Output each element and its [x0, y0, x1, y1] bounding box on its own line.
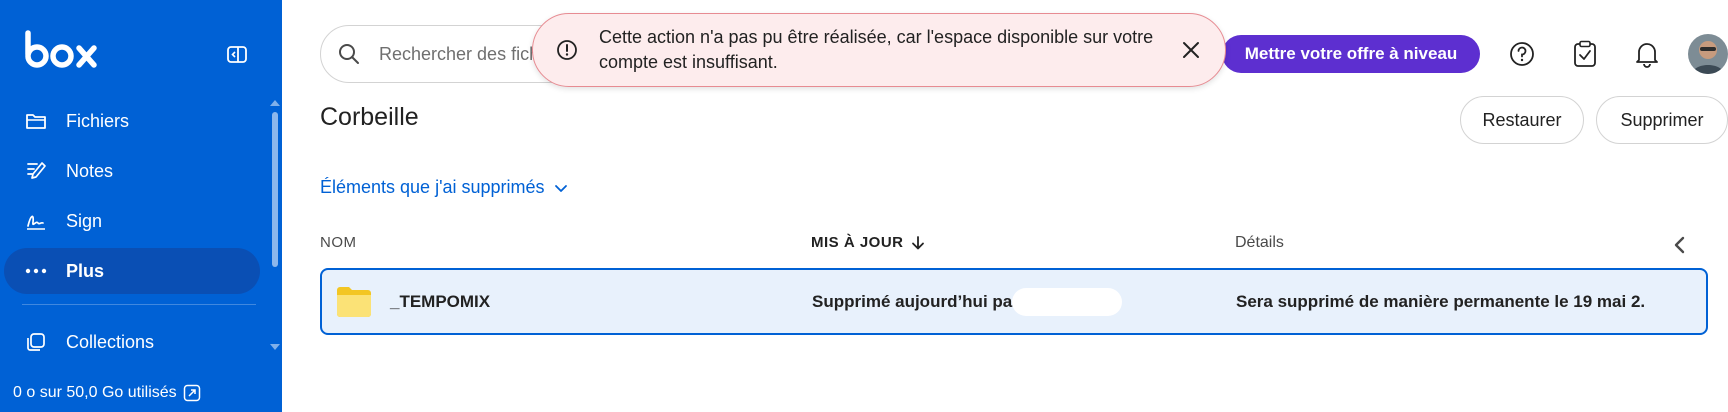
sidebar: Fichiers Notes Sign Plus Collections 0 o…	[0, 0, 282, 412]
notes-icon	[24, 159, 48, 183]
app-window: Fichiers Notes Sign Plus Collections 0 o…	[0, 0, 1728, 412]
help-icon[interactable]	[1506, 38, 1538, 70]
notifications-bell-icon[interactable]	[1631, 38, 1663, 70]
restore-button[interactable]: Restaurer	[1460, 96, 1584, 144]
column-header-updated[interactable]: MIS À JOUR	[811, 234, 926, 251]
sidebar-scrollbar[interactable]	[270, 100, 280, 350]
sidebar-item-label: Notes	[66, 160, 114, 181]
delete-button[interactable]: Supprimer	[1596, 96, 1728, 144]
sidebar-item-label: Sign	[66, 210, 103, 231]
tasks-icon[interactable]	[1569, 38, 1601, 70]
row-details: Sera supprimé de manière permanente le 1…	[1236, 292, 1646, 311]
sidebar-item-notes[interactable]: Notes	[4, 148, 260, 194]
scroll-up-arrow-icon[interactable]	[270, 100, 280, 106]
sidebar-item-label: Fichiers	[66, 110, 130, 131]
avatar[interactable]	[1688, 34, 1728, 74]
sidebar-item-sign[interactable]: Sign	[4, 198, 260, 244]
folder-icon	[24, 109, 48, 133]
sidebar-item-plus[interactable]: Plus	[4, 248, 260, 294]
search-icon	[339, 44, 359, 64]
collapse-sidebar-icon[interactable]	[226, 44, 250, 66]
storage-usage-text: 0 o sur 50,0 Go utilisés	[13, 384, 177, 401]
storage-usage[interactable]: 0 o sur 50,0 Go utilisés	[13, 384, 201, 402]
row-updated: Supprimé aujourd’hui par	[812, 292, 1019, 311]
scrollbar-thumb[interactable]	[272, 112, 278, 267]
sidebar-item-label: Collections	[66, 331, 155, 352]
row-name[interactable]: _TEMPOMIX	[390, 292, 490, 312]
column-header-details: Détails	[1235, 234, 1284, 251]
column-header-updated-label: MIS À JOUR	[811, 234, 904, 251]
sort-down-arrow-icon	[911, 235, 924, 249]
box-logo-icon	[25, 30, 97, 68]
chevron-down-icon	[554, 184, 567, 192]
chevron-left-icon[interactable]	[1668, 233, 1692, 257]
redacted-user-name	[1012, 288, 1122, 316]
column-header-name[interactable]: NOM	[320, 234, 357, 251]
sidebar-item-collections[interactable]: Collections	[4, 319, 260, 365]
error-toast: Cette action n'a pas pu être réalisée, c…	[532, 13, 1226, 87]
sidebar-item-fichiers[interactable]: Fichiers	[4, 98, 260, 144]
upgrade-button[interactable]: Mettre votre offre à niveau	[1222, 35, 1480, 73]
sidebar-divider	[22, 304, 256, 305]
toast-message: Cette action n'a pas pu être réalisée, c…	[599, 27, 1154, 72]
deleted-items-filter-dropdown[interactable]: Éléments que j'ai supprimés	[320, 177, 569, 198]
external-link-icon	[183, 384, 200, 402]
folder-icon	[337, 287, 371, 317]
sidebar-item-label: Plus	[66, 260, 105, 281]
alert-circle-icon	[557, 40, 577, 60]
scroll-down-arrow-icon[interactable]	[270, 344, 280, 350]
table-row[interactable]: _TEMPOMIX Supprimé aujourd’hui par Sera …	[320, 268, 1708, 335]
filter-label: Éléments que j'ai supprimés	[320, 177, 545, 197]
close-icon[interactable]	[1179, 38, 1203, 62]
sign-icon	[24, 209, 48, 233]
collections-icon	[24, 330, 48, 354]
page-title: Corbeille	[320, 103, 419, 131]
box-logo[interactable]	[24, 30, 100, 70]
more-icon	[24, 259, 48, 283]
